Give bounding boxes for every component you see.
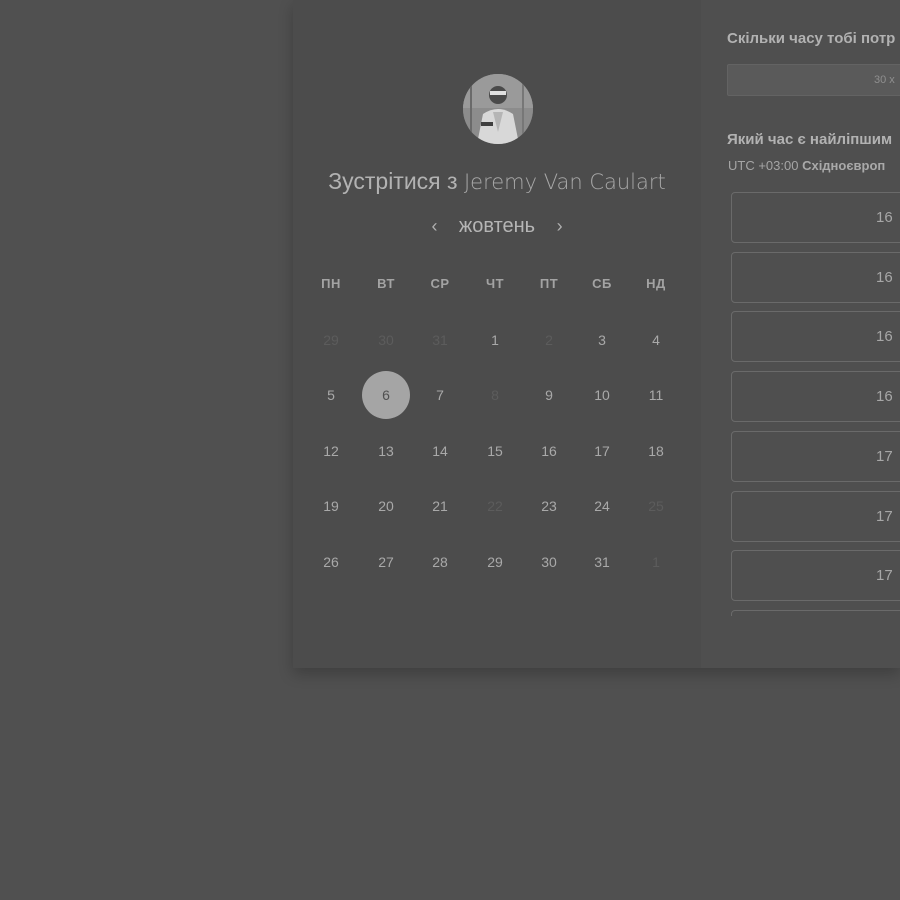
time-slot-label: 17 [876, 567, 893, 585]
time-slot-label: 17 [876, 507, 893, 525]
calendar-day: 8 [491, 387, 499, 403]
weekday-label: ЧТ [485, 276, 505, 291]
calendar-day[interactable]: 12 [307, 427, 355, 475]
calendar-day: 2 [545, 332, 553, 348]
duration-question: Скільки часу тобі потр [727, 30, 896, 47]
time-slot-button[interactable]: 17 [731, 550, 900, 602]
host-name: Jeremy Van Caulart [463, 170, 666, 194]
calendar-day[interactable]: 26 [307, 538, 355, 586]
calendar-day: 25 [648, 498, 664, 514]
calendar-day[interactable]: 20 [362, 482, 410, 530]
duration-value: 30 х [874, 74, 895, 86]
selected-day[interactable]: 6 [362, 371, 410, 419]
timezone-label: UTC +03:00 Східноєвроп [728, 158, 885, 173]
calendar-day[interactable]: 16 [525, 427, 573, 475]
time-slot-label: 16 [876, 268, 893, 286]
calendar-day[interactable]: 3 [578, 316, 626, 364]
time-slot-label: 16 [876, 209, 893, 226]
calendar-day[interactable]: 11 [632, 371, 680, 419]
calendar-day: 1 [652, 554, 660, 570]
title-prefix: Зустрітися з [328, 168, 458, 194]
calendar-day[interactable]: 31 [578, 538, 626, 586]
month-navigation: ‹ жовтень › [293, 215, 701, 245]
time-slot-button[interactable]: 16 [731, 311, 900, 363]
time-slot-button[interactable] [731, 609, 900, 616]
time-slot-label: 16 [876, 328, 893, 346]
time-slot-label: 16 [876, 388, 893, 406]
calendar-day[interactable]: 21 [416, 482, 464, 530]
calendar-day[interactable]: 9 [525, 371, 573, 419]
time-slot-button[interactable]: 17 [731, 490, 900, 542]
calendar-day[interactable]: 24 [578, 482, 626, 530]
calendar-day[interactable]: 4 [632, 316, 680, 364]
calendar-day: 31 [432, 332, 448, 348]
calendar-day[interactable]: 17 [578, 427, 626, 475]
calendar-day[interactable]: 27 [362, 538, 410, 586]
meeting-title: Зустрітися з Jeremy Van Caulart [293, 168, 701, 195]
calendar-day[interactable]: 5 [307, 371, 355, 419]
chevron-left-icon[interactable]: ‹ [426, 216, 442, 237]
calendar-panel: Зустрітися з Jeremy Van Caulart ‹ жовтен… [293, 0, 701, 668]
calendar-day[interactable]: 14 [416, 427, 464, 475]
calendar-day: 22 [487, 498, 503, 514]
host-avatar [463, 74, 533, 144]
weekday-label: ПТ [539, 276, 559, 291]
time-slot-button[interactable]: 16 [731, 371, 900, 423]
weekday-label: НД [646, 276, 666, 291]
time-question: Який час є найліпшим [727, 131, 893, 148]
weekday-label: ВТ [377, 276, 395, 291]
timezone-name: Східноєвроп [802, 158, 886, 173]
time-slot-button[interactable]: 17 [731, 430, 900, 482]
timezone-offset: UTC +03:00 [728, 158, 799, 173]
calendar-day[interactable]: 7 [416, 371, 464, 419]
duration-select[interactable]: 30 х [727, 64, 900, 96]
calendar-day[interactable]: 19 [307, 482, 355, 530]
calendar-day[interactable]: 1 [471, 316, 519, 364]
time-slot-label: 17 [876, 447, 893, 465]
calendar-day[interactable]: 15 [471, 427, 519, 475]
page-backdrop: Зустрітися з Jeremy Van Caulart ‹ жовтен… [0, 0, 900, 900]
weekday-label: ПН [321, 276, 341, 291]
weekday-label: СБ [592, 276, 612, 291]
calendar-day[interactable]: 10 [578, 371, 626, 419]
booking-panel: Скільки часу тобі потр 30 х Який час є н… [701, 0, 900, 668]
calendar-day: 29 [323, 332, 339, 348]
time-slot-button[interactable]: 16 [731, 192, 900, 243]
calendar-day: 30 [378, 332, 394, 348]
booking-dialog: Зустрітися з Jeremy Van Caulart ‹ жовтен… [293, 0, 900, 668]
weekday-label: СР [430, 276, 450, 291]
calendar-day[interactable]: 29 [471, 538, 519, 586]
time-slot-button[interactable]: 16 [731, 251, 900, 303]
calendar-day[interactable]: 13 [362, 427, 410, 475]
chevron-right-icon[interactable]: › [552, 216, 568, 237]
current-month: жовтень [458, 215, 536, 237]
day-grid: 29 30 31 1 2 3 4 5 6 7 8 9 10 11 12 13 14 15 16 17 18 19 20 21 2… [301, 312, 701, 612]
calendar-day[interactable]: 30 [525, 538, 573, 586]
time-slot-list: 16 16 16 16 17 17 17 [731, 192, 900, 616]
calendar-day[interactable]: 18 [632, 427, 680, 475]
calendar-day[interactable]: 23 [525, 482, 573, 530]
host-photo [463, 74, 533, 144]
calendar-day[interactable]: 28 [416, 538, 464, 586]
